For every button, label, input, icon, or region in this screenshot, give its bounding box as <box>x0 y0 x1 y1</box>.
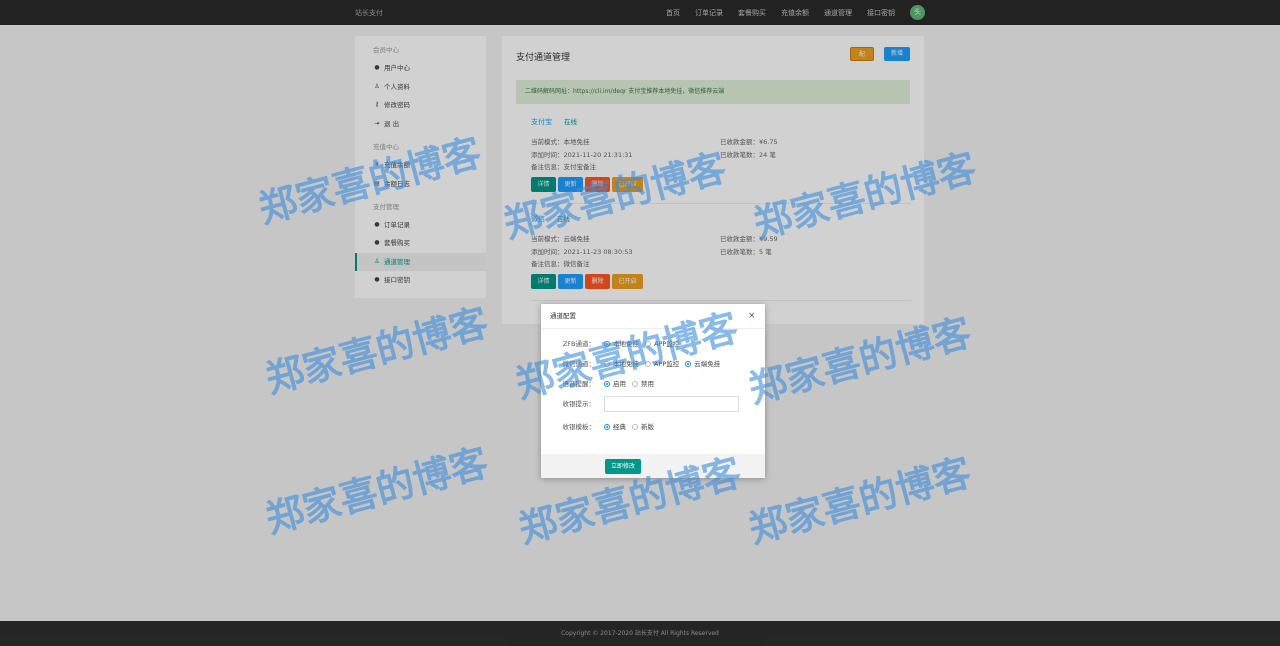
form-label: 微信通道： <box>562 360 596 368</box>
template-classic-radio[interactable]: 经典 <box>604 420 626 434</box>
close-icon[interactable]: × <box>748 304 756 329</box>
wechat-local-radio[interactable]: 本地免挂 <box>604 357 639 371</box>
form-label: 语音提醒： <box>562 380 596 388</box>
voice-enable-radio[interactable]: 启用 <box>604 377 626 391</box>
wechat-app-radio[interactable]: APP监控 <box>645 357 679 371</box>
submit-button[interactable]: 立即修改 <box>605 459 641 474</box>
wechat-channel-row: 微信通道： 本地免挂 APP监控 云端免挂 <box>541 357 765 371</box>
cashier-hint-row: 收银提示： <box>541 396 765 412</box>
cashier-template-row: 收银模板： 经典 新版 <box>541 420 765 434</box>
zfb-local-radio[interactable]: 本地免挂 <box>604 337 639 351</box>
voice-reminder-row: 语音提醒： 启用 禁用 <box>541 377 765 391</box>
form-label: ZFB通道： <box>562 340 595 348</box>
zfb-channel-row: ZFB通道： 本地免挂 APP监控 <box>541 337 765 351</box>
dialog-title: 通道配置 <box>550 312 576 320</box>
cashier-hint-input[interactable] <box>604 396 739 412</box>
template-new-radio[interactable]: 新版 <box>632 420 654 434</box>
dialog-footer: 立即修改 <box>541 454 765 478</box>
zfb-app-radio[interactable]: APP监控 <box>645 337 679 351</box>
channel-config-dialog: 通道配置 × ZFB通道： 本地免挂 APP监控 微信通道： 本地免挂 APP监… <box>541 304 765 478</box>
wechat-cloud-radio[interactable]: 云端免挂 <box>685 357 720 371</box>
form-label: 收银提示： <box>562 400 596 408</box>
form-label: 收银模板： <box>562 423 596 431</box>
voice-disable-radio[interactable]: 禁用 <box>632 377 654 391</box>
